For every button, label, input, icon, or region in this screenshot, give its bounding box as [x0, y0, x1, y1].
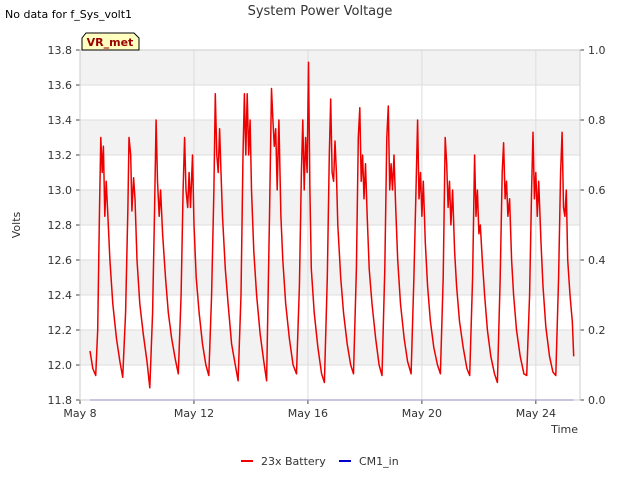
y-tick-label: 12.6 — [48, 254, 73, 267]
y2-tick-label: 1.0 — [588, 44, 606, 57]
y2-tick-label: 0.6 — [588, 184, 606, 197]
plot-band — [80, 330, 580, 365]
x-axis-label: Time — [550, 423, 578, 436]
x-tick-label: May 8 — [63, 407, 96, 420]
plot-band — [80, 225, 580, 260]
voltage-chart: 11.8 12.0 12.2 12.4 12.6 12.8 13.0 13.2 13.4 13.6… — [10, 32, 606, 468]
y2-tick-label: 0.4 — [588, 254, 606, 267]
plot-band — [80, 260, 580, 295]
y-tick-label: 12.4 — [48, 289, 73, 302]
y2-tick-label: 0.2 — [588, 324, 606, 337]
badge-label: VR_met — [87, 36, 134, 49]
y-tick-label: 13.4 — [48, 114, 73, 127]
plot-band — [80, 295, 580, 330]
y-tick-label: 13.6 — [48, 79, 73, 92]
plot-band — [80, 365, 580, 400]
x-tick-label: May 16 — [288, 407, 328, 420]
x-tick-label: May 20 — [402, 407, 442, 420]
y2-tick-label: 0.8 — [588, 114, 606, 127]
x-tick-label: May 24 — [516, 407, 556, 420]
y2-tick-label: 0.0 — [588, 394, 606, 407]
legend-label-1: CM1_in — [359, 455, 399, 468]
y-tick-label: 13.8 — [48, 44, 73, 57]
x-tick-label: May 12 — [174, 407, 214, 420]
y-tick-label: 13.2 — [48, 149, 73, 162]
y-tick-label: 12.0 — [48, 359, 73, 372]
y-tick-label: 11.8 — [48, 394, 73, 407]
y-tick-label: 12.8 — [48, 219, 73, 232]
y-axis-label: Volts — [10, 211, 23, 238]
y-tick-label: 12.2 — [48, 324, 73, 337]
legend-label-0: 23x Battery — [261, 455, 326, 468]
y-tick-label: 13.0 — [48, 184, 73, 197]
plot-band — [80, 50, 580, 85]
